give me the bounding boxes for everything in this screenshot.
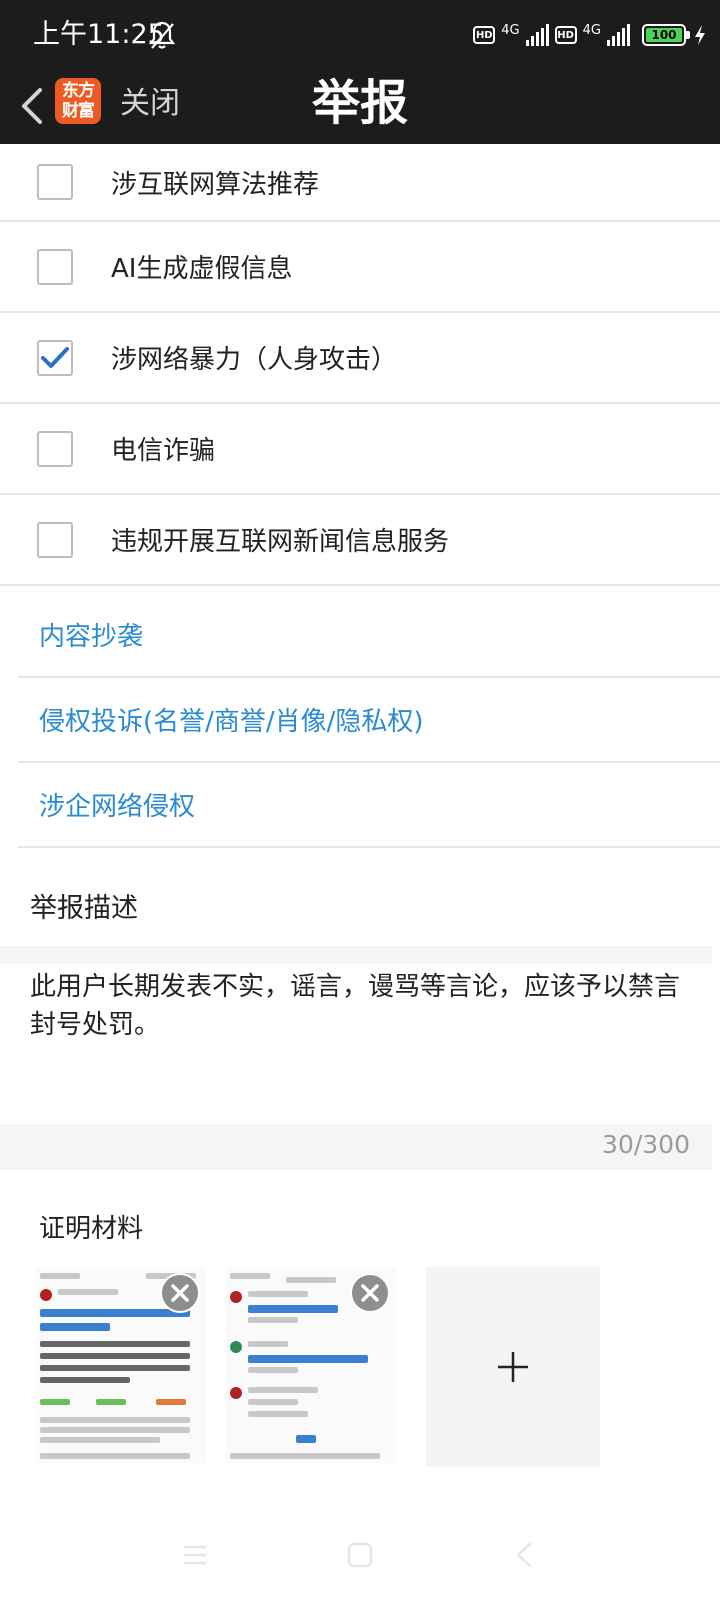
battery-icon: 100	[642, 24, 690, 46]
report-category-links: 内容抄袭 侵权投诉(名誉/商誉/肖像/隐私权) 涉企网络侵权	[18, 593, 720, 848]
category-link[interactable]: 涉企网络侵权	[18, 763, 720, 848]
back-nav-icon[interactable]	[512, 1542, 538, 1568]
report-reason-list: 涉互联网算法推荐 AI生成虚假信息 涉网络暴力（人身攻击） 电信诈骗 违规开展互…	[0, 144, 720, 586]
status-icons: HD 4G HD 4G 100	[473, 20, 708, 50]
reason-label: 涉互联网算法推荐	[111, 169, 320, 200]
hd-badge: HD	[473, 26, 496, 44]
close-icon	[171, 1284, 189, 1302]
reason-label: 电信诈骗	[111, 436, 216, 466]
evidence-thumbnail[interactable]	[36, 1267, 206, 1463]
signal-icon	[607, 24, 630, 46]
reason-option[interactable]: 涉互联网算法推荐	[0, 144, 720, 222]
remove-image-button[interactable]	[350, 1273, 390, 1313]
menu-icon[interactable]	[182, 1542, 208, 1568]
reason-label: 违规开展互联网新闻信息服务	[111, 527, 450, 557]
status-bar: 上午11:25 HD 4G HD 4G 100	[0, 0, 720, 68]
evidence-thumbnail[interactable]	[226, 1267, 396, 1463]
plus-icon	[498, 1352, 528, 1382]
nav-bar: 东方 财富 关闭 举报	[0, 68, 720, 144]
charging-icon	[695, 25, 705, 45]
battery-level: 100	[646, 28, 682, 42]
checkbox[interactable]	[37, 430, 73, 467]
network-type: 4G	[582, 22, 601, 38]
page-title: 举报	[311, 75, 408, 131]
reason-option[interactable]: 违规开展互联网新闻信息服务	[0, 495, 720, 586]
checkbox[interactable]	[37, 521, 73, 558]
checkmark-icon	[41, 346, 69, 368]
reason-option[interactable]: 涉网络暴力（人身攻击）	[0, 313, 720, 404]
signal-icon	[525, 24, 549, 46]
reason-label: 涉网络暴力（人身攻击）	[111, 345, 398, 375]
description-text[interactable]: 此用户长期发表不实，谣言，谩骂等言论，应该予以禁言封号处罚。	[30, 968, 680, 1044]
category-link[interactable]: 侵权投诉(名誉/商誉/肖像/隐私权)	[18, 678, 720, 763]
status-time: 上午11:25	[33, 19, 165, 50]
checkbox-checked[interactable]	[37, 339, 73, 376]
char-counter: 30/300	[602, 1130, 690, 1159]
add-image-button[interactable]	[426, 1267, 600, 1467]
description-textarea[interactable]: 此用户长期发表不实，谣言，谩骂等言论，应该予以禁言封号处罚。 30/300	[0, 946, 712, 1170]
description-title: 举报描述	[30, 893, 138, 924]
close-icon	[361, 1284, 379, 1302]
checkbox[interactable]	[37, 164, 73, 200]
reason-option[interactable]: AI生成虚假信息	[0, 222, 720, 313]
hd-badge: HD	[554, 26, 577, 44]
checkbox[interactable]	[37, 248, 73, 285]
remove-image-button[interactable]	[160, 1273, 200, 1313]
network-type: 4G	[501, 22, 520, 38]
system-navigation-bar	[0, 1520, 720, 1600]
home-icon[interactable]	[347, 1542, 373, 1568]
category-link[interactable]: 内容抄袭	[18, 593, 720, 678]
bell-muted-icon	[148, 21, 176, 49]
reason-option[interactable]: 电信诈骗	[0, 404, 720, 495]
reason-label: AI生成虚假信息	[111, 254, 293, 284]
evidence-title: 证明材料	[39, 1214, 144, 1244]
